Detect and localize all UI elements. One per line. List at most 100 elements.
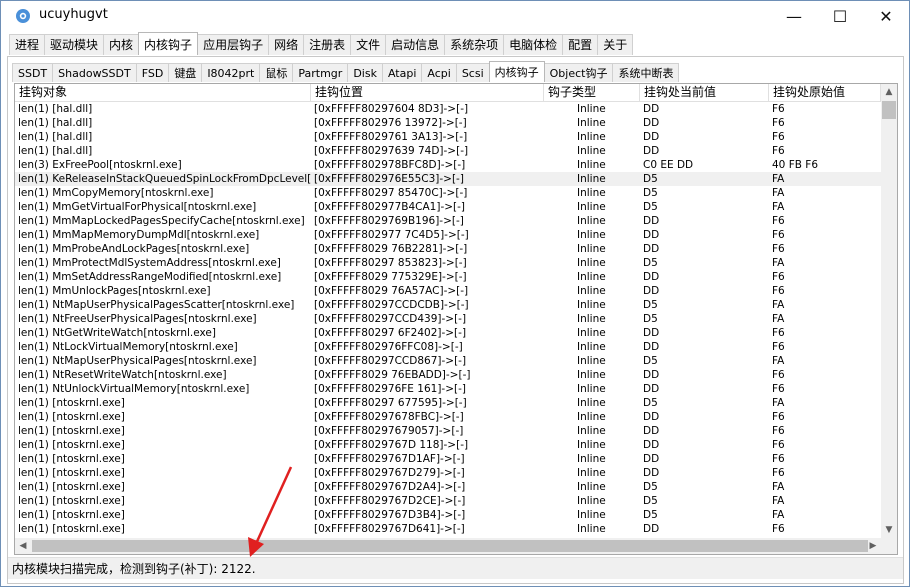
table-cell: len(1) [ntoskrnl.exe] (18, 453, 125, 465)
vertical-scrollbar[interactable]: ▲ ▼ (881, 84, 897, 538)
column-header-3[interactable]: 挂钩处当前值 (640, 84, 769, 101)
table-cell: [0xFFFFF8029767D641]->[-] (314, 523, 465, 535)
tab-sub-2[interactable]: FSD (135, 63, 170, 82)
table-row[interactable]: len(1) [hal.dll] [0xFFFFF8029761 3A13]->[… (15, 130, 881, 144)
table-row[interactable]: len(1) NtFreeUserPhysicalPages[ntoskrnl.… (15, 312, 881, 326)
tab-sub-12[interactable]: Object钩子 (543, 63, 614, 82)
tab-main-5[interactable]: 网络 (268, 34, 305, 55)
tab-sub-0[interactable]: SSDT (12, 63, 54, 82)
table-cell: len(1) [hal.dll] (18, 103, 93, 115)
table-row[interactable]: len(1) [ntoskrnl.exe] [0xFFFFF8029767D 11… (15, 438, 881, 452)
table-cell: Inline (577, 103, 606, 115)
tab-sub-7[interactable]: Disk (347, 63, 383, 82)
tab-sub-8[interactable]: Atapi (381, 63, 423, 82)
table-row[interactable]: len(1) MmGetVirtualForPhysical[ntoskrnl.… (15, 200, 881, 214)
table-cell: [0xFFFFF80297 853823]->[-] (314, 257, 467, 269)
table-row[interactable]: len(1) NtGetWriteWatch[ntoskrnl.exe] [0xF… (15, 326, 881, 340)
table-cell: Inline (577, 481, 606, 493)
table-row[interactable]: len(1) [hal.dll] [0xFFFFF802976 13972]->[… (15, 116, 881, 130)
tab-main-12[interactable]: 关于 (597, 34, 634, 55)
table-row[interactable]: len(1) [ntoskrnl.exe] [0xFFFFF80297 67759… (15, 396, 881, 410)
column-header-2[interactable]: 钩子类型 (544, 84, 640, 101)
tab-main-0[interactable]: 进程 (9, 34, 46, 55)
tab-sub-10[interactable]: Scsi (455, 63, 490, 82)
table-row[interactable]: len(1) MmUnlockPages[ntoskrnl.exe] [0xFFF… (15, 284, 881, 298)
column-header-0[interactable]: 挂钩对象 (15, 84, 311, 101)
tab-sub-1[interactable]: ShadowSSDT (52, 63, 137, 82)
table-row[interactable]: len(1) [ntoskrnl.exe] [0xFFFFF8029767D2A4… (15, 480, 881, 494)
tab-main-2[interactable]: 内核 (103, 34, 140, 55)
tab-main-10[interactable]: 电脑体检 (503, 34, 564, 55)
tab-sub-5[interactable]: 鼠标 (259, 63, 294, 82)
table-cell: Inline (577, 215, 606, 227)
tab-sub-3[interactable]: 键盘 (168, 63, 203, 82)
table-row[interactable]: len(1) [ntoskrnl.exe] [0xFFFFF8029767D279… (15, 466, 881, 480)
tab-main-11[interactable]: 配置 (562, 34, 599, 55)
tab-main-1[interactable]: 驱动模块 (44, 34, 105, 55)
table-row[interactable]: len(1) MmCopyMemory[ntoskrnl.exe] [0xFFFF… (15, 186, 881, 200)
column-header-4[interactable]: 挂钩处原始值 (769, 84, 881, 101)
table-cell: D5 (643, 481, 658, 493)
scroll-down-icon[interactable]: ▼ (881, 522, 897, 538)
tab-main-8[interactable]: 启动信息 (385, 34, 446, 55)
tab-main-6[interactable]: 注册表 (303, 34, 352, 55)
table-row[interactable]: len(1) MmSetAddressRangeModified[ntoskrn… (15, 270, 881, 284)
table-row[interactable]: len(1) NtMapUserPhysicalPagesScatter[nto… (15, 298, 881, 312)
table-cell: len(1) NtGetWriteWatch[ntoskrnl.exe] (18, 327, 216, 339)
main-window: ucuyhugvt — ☐ ✕ 进程 驱动模块 内核 内核钩子 应用层钩子 网络 注册表 文件… (0, 0, 910, 587)
table-row[interactable]: len(1) MmMapMemoryDumpMdl[ntoskrnl.exe] [… (15, 228, 881, 242)
table-row[interactable]: len(3) ExFreePool[ntoskrnl.exe] [0xFFFFF8… (15, 158, 881, 172)
table-row[interactable]: len(1) [ntoskrnl.exe] [0xFFFFF8029767D2CE… (15, 494, 881, 508)
column-header-1[interactable]: 挂钩位置 (311, 84, 544, 101)
table-cell: Inline (577, 411, 606, 423)
table-row[interactable]: len(1) MmMapLockedPagesSpecifyCache[ntos… (15, 214, 881, 228)
table-row[interactable]: len(1) NtLockVirtualMemory[ntoskrnl.exe]… (15, 340, 881, 354)
table-cell: len(1) NtMapUserPhysicalPagesScatter[nto… (18, 299, 295, 311)
table-cell: D5 (643, 313, 658, 325)
table-cell: len(1) NtMapUserPhysicalPages[ntoskrnl.e… (18, 355, 257, 367)
scroll-left-icon[interactable]: ◀ (15, 538, 31, 554)
tab-main-3[interactable]: 内核钩子 (138, 32, 199, 55)
close-button[interactable]: ✕ (863, 1, 909, 31)
minimize-button[interactable]: — (771, 1, 817, 31)
table-cell: F6 (772, 131, 785, 143)
maximize-button[interactable]: ☐ (817, 1, 863, 31)
table-cell: Inline (577, 425, 606, 437)
table-row[interactable]: len(1) NtResetWriteWatch[ntoskrnl.exe] [0… (15, 368, 881, 382)
tab-main-4[interactable]: 应用层钩子 (197, 34, 270, 55)
table-row[interactable]: len(1) MmProtectMdlSystemAddress[ntoskrn… (15, 256, 881, 270)
scroll-up-icon[interactable]: ▲ (881, 84, 897, 100)
tab-sub-6[interactable]: Partmgr (292, 63, 349, 82)
table-cell: [0xFFFFF80297639 74D]->[-] (314, 145, 469, 157)
table-row[interactable]: len(1) [ntoskrnl.exe] [0xFFFFF8029767D1AF… (15, 452, 881, 466)
table-row[interactable]: len(1) [ntoskrnl.exe] [0xFFFFF8029767D3B4… (15, 508, 881, 522)
table-row[interactable]: len(1) [hal.dll] [0xFFFFF80297604 8D3]->[… (15, 102, 881, 116)
tab-sub-11[interactable]: 内核钩子 (488, 61, 545, 82)
hook-list-view[interactable]: 挂钩对象 挂钩位置 钩子类型 挂钩处当前值 挂钩处原始值 len(1) [hal.dll… (14, 83, 898, 555)
vertical-scroll-thumb[interactable] (882, 101, 896, 119)
table-cell: [0xFFFFF8029767D1AF]->[-] (314, 453, 465, 465)
table-cell: [0xFFFFF80297 6F2402]->[-] (314, 327, 467, 339)
table-row[interactable]: len(1) MmProbeAndLockPages[ntoskrnl.exe]… (15, 242, 881, 256)
horizontal-scroll-thumb[interactable] (32, 540, 868, 552)
table-row[interactable]: len(1) NtUnlockVirtualMemory[ntoskrnl.ex… (15, 382, 881, 396)
table-row[interactable]: len(1) NtMapUserPhysicalPages[ntoskrnl.e… (15, 354, 881, 368)
tab-main-9[interactable]: 系统杂项 (444, 34, 505, 55)
title-bar[interactable]: ucuyhugvt — ☐ ✕ (1, 1, 909, 31)
table-row[interactable]: len(1) [ntoskrnl.exe] [0xFFFFF8029767D641… (15, 522, 881, 536)
table-cell: Inline (577, 285, 606, 297)
tab-sub-4[interactable]: I8042prt (201, 63, 261, 82)
scroll-right-icon[interactable]: ▶ (865, 538, 881, 554)
table-row[interactable]: len(1) KeReleaseInStackQueuedSpinLockFro… (15, 172, 881, 186)
table-cell: Inline (577, 187, 606, 199)
table-row[interactable]: len(1) [ntoskrnl.exe] [0xFFFFF80297679057… (15, 424, 881, 438)
tab-sub-13[interactable]: 系统中断表 (612, 63, 680, 82)
tab-main-7[interactable]: 文件 (350, 34, 387, 55)
table-cell: Inline (577, 271, 606, 283)
table-row[interactable]: len(1) [ntoskrnl.exe] [0xFFFFF80297678FBC… (15, 410, 881, 424)
horizontal-scrollbar[interactable]: ◀ ▶ (15, 538, 881, 554)
table-row[interactable]: len(1) [hal.dll] [0xFFFFF80297639 74D]->[… (15, 144, 881, 158)
table-cell: len(1) MmProtectMdlSystemAddress[ntoskrn… (18, 257, 281, 269)
tab-sub-9[interactable]: Acpi (421, 63, 457, 82)
table-cell: [0xFFFFF8029767D2A4]->[-] (314, 481, 466, 493)
